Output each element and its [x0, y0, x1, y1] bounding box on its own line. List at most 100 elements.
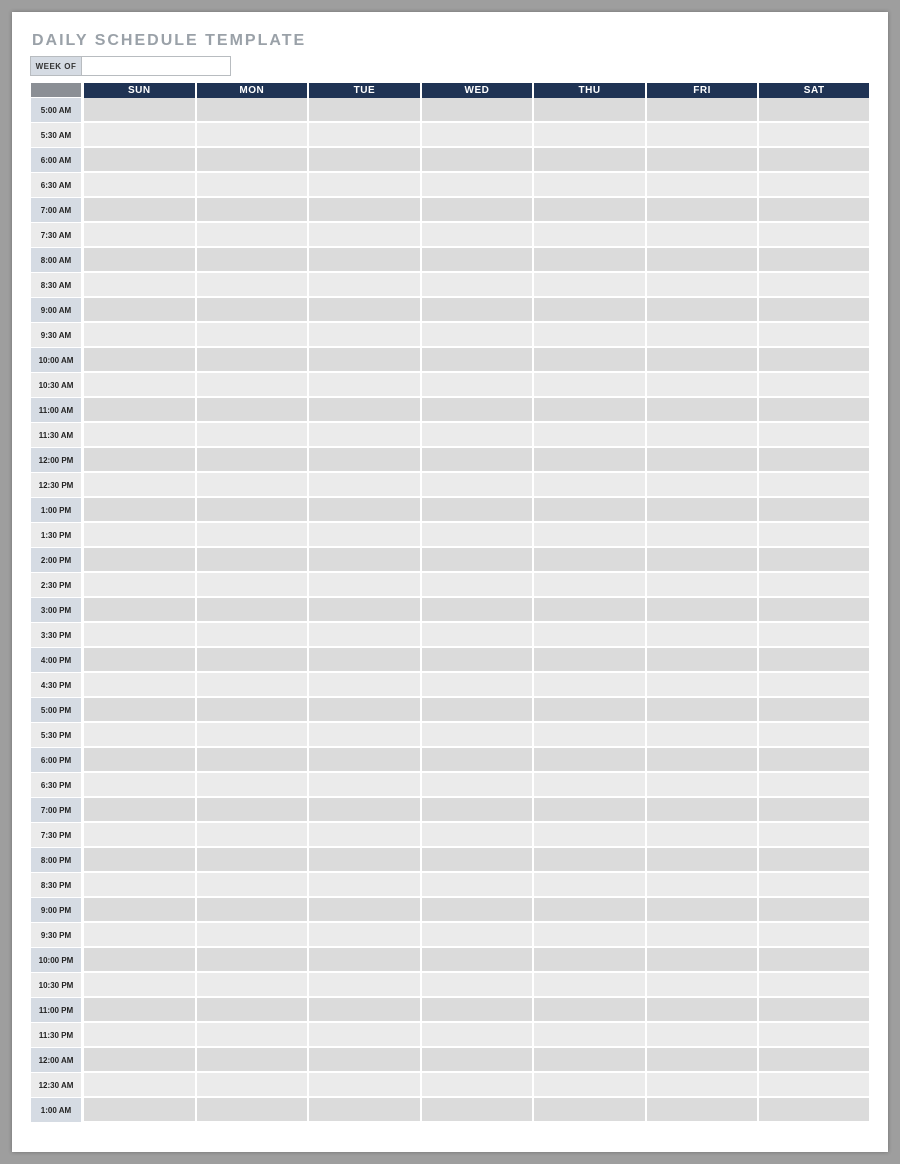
schedule-cell[interactable] — [82, 1023, 195, 1048]
schedule-cell[interactable] — [532, 98, 645, 123]
schedule-cell[interactable] — [645, 273, 758, 298]
schedule-cell[interactable] — [82, 198, 195, 223]
schedule-cell[interactable] — [757, 248, 870, 273]
schedule-cell[interactable] — [757, 423, 870, 448]
schedule-cell[interactable] — [307, 373, 420, 398]
schedule-cell[interactable] — [82, 123, 195, 148]
schedule-cell[interactable] — [195, 998, 308, 1023]
schedule-cell[interactable] — [532, 173, 645, 198]
schedule-cell[interactable] — [645, 948, 758, 973]
schedule-cell[interactable] — [307, 98, 420, 123]
schedule-cell[interactable] — [645, 598, 758, 623]
schedule-cell[interactable] — [307, 473, 420, 498]
schedule-cell[interactable] — [420, 148, 533, 173]
schedule-cell[interactable] — [645, 973, 758, 998]
schedule-cell[interactable] — [420, 523, 533, 548]
schedule-cell[interactable] — [532, 948, 645, 973]
schedule-cell[interactable] — [82, 148, 195, 173]
schedule-cell[interactable] — [420, 723, 533, 748]
schedule-cell[interactable] — [532, 1023, 645, 1048]
schedule-cell[interactable] — [82, 173, 195, 198]
schedule-cell[interactable] — [82, 423, 195, 448]
schedule-cell[interactable] — [307, 848, 420, 873]
schedule-cell[interactable] — [307, 798, 420, 823]
schedule-cell[interactable] — [307, 298, 420, 323]
schedule-cell[interactable] — [645, 1098, 758, 1123]
schedule-cell[interactable] — [532, 123, 645, 148]
schedule-cell[interactable] — [195, 898, 308, 923]
schedule-cell[interactable] — [420, 1073, 533, 1098]
schedule-cell[interactable] — [420, 1023, 533, 1048]
schedule-cell[interactable] — [420, 923, 533, 948]
schedule-cell[interactable] — [757, 398, 870, 423]
schedule-cell[interactable] — [757, 948, 870, 973]
schedule-cell[interactable] — [82, 373, 195, 398]
schedule-cell[interactable] — [420, 848, 533, 873]
schedule-cell[interactable] — [645, 698, 758, 723]
schedule-cell[interactable] — [195, 773, 308, 798]
schedule-cell[interactable] — [532, 523, 645, 548]
schedule-cell[interactable] — [532, 1073, 645, 1098]
schedule-cell[interactable] — [307, 573, 420, 598]
schedule-cell[interactable] — [532, 598, 645, 623]
schedule-cell[interactable] — [420, 598, 533, 623]
schedule-cell[interactable] — [757, 448, 870, 473]
schedule-cell[interactable] — [307, 323, 420, 348]
schedule-cell[interactable] — [195, 348, 308, 373]
schedule-cell[interactable] — [532, 248, 645, 273]
schedule-cell[interactable] — [532, 723, 645, 748]
schedule-cell[interactable] — [420, 123, 533, 148]
schedule-cell[interactable] — [757, 648, 870, 673]
schedule-cell[interactable] — [645, 1023, 758, 1048]
schedule-cell[interactable] — [645, 898, 758, 923]
schedule-cell[interactable] — [532, 423, 645, 448]
schedule-cell[interactable] — [645, 323, 758, 348]
schedule-cell[interactable] — [645, 223, 758, 248]
schedule-cell[interactable] — [645, 373, 758, 398]
schedule-cell[interactable] — [757, 923, 870, 948]
schedule-cell[interactable] — [532, 773, 645, 798]
schedule-cell[interactable] — [195, 248, 308, 273]
schedule-cell[interactable] — [645, 523, 758, 548]
schedule-cell[interactable] — [532, 1098, 645, 1123]
schedule-cell[interactable] — [195, 1023, 308, 1048]
schedule-cell[interactable] — [757, 823, 870, 848]
schedule-cell[interactable] — [195, 798, 308, 823]
schedule-cell[interactable] — [307, 948, 420, 973]
schedule-cell[interactable] — [82, 298, 195, 323]
schedule-cell[interactable] — [645, 198, 758, 223]
schedule-cell[interactable] — [307, 748, 420, 773]
schedule-cell[interactable] — [307, 123, 420, 148]
schedule-cell[interactable] — [307, 623, 420, 648]
schedule-cell[interactable] — [195, 673, 308, 698]
schedule-cell[interactable] — [307, 723, 420, 748]
schedule-cell[interactable] — [757, 673, 870, 698]
schedule-cell[interactable] — [645, 498, 758, 523]
schedule-cell[interactable] — [645, 1048, 758, 1073]
schedule-cell[interactable] — [195, 273, 308, 298]
schedule-cell[interactable] — [420, 173, 533, 198]
schedule-cell[interactable] — [420, 323, 533, 348]
week-of-input[interactable] — [81, 56, 231, 76]
schedule-cell[interactable] — [307, 523, 420, 548]
schedule-cell[interactable] — [82, 948, 195, 973]
schedule-cell[interactable] — [307, 823, 420, 848]
schedule-cell[interactable] — [195, 648, 308, 673]
schedule-cell[interactable] — [420, 448, 533, 473]
schedule-cell[interactable] — [532, 348, 645, 373]
schedule-cell[interactable] — [645, 248, 758, 273]
schedule-cell[interactable] — [420, 573, 533, 598]
schedule-cell[interactable] — [757, 1098, 870, 1123]
schedule-cell[interactable] — [82, 498, 195, 523]
schedule-cell[interactable] — [307, 973, 420, 998]
schedule-cell[interactable] — [195, 548, 308, 573]
schedule-cell[interactable] — [195, 823, 308, 848]
schedule-cell[interactable] — [307, 148, 420, 173]
schedule-cell[interactable] — [532, 648, 645, 673]
schedule-cell[interactable] — [645, 548, 758, 573]
schedule-cell[interactable] — [645, 798, 758, 823]
schedule-cell[interactable] — [645, 673, 758, 698]
schedule-cell[interactable] — [420, 498, 533, 523]
schedule-cell[interactable] — [82, 323, 195, 348]
schedule-cell[interactable] — [532, 198, 645, 223]
